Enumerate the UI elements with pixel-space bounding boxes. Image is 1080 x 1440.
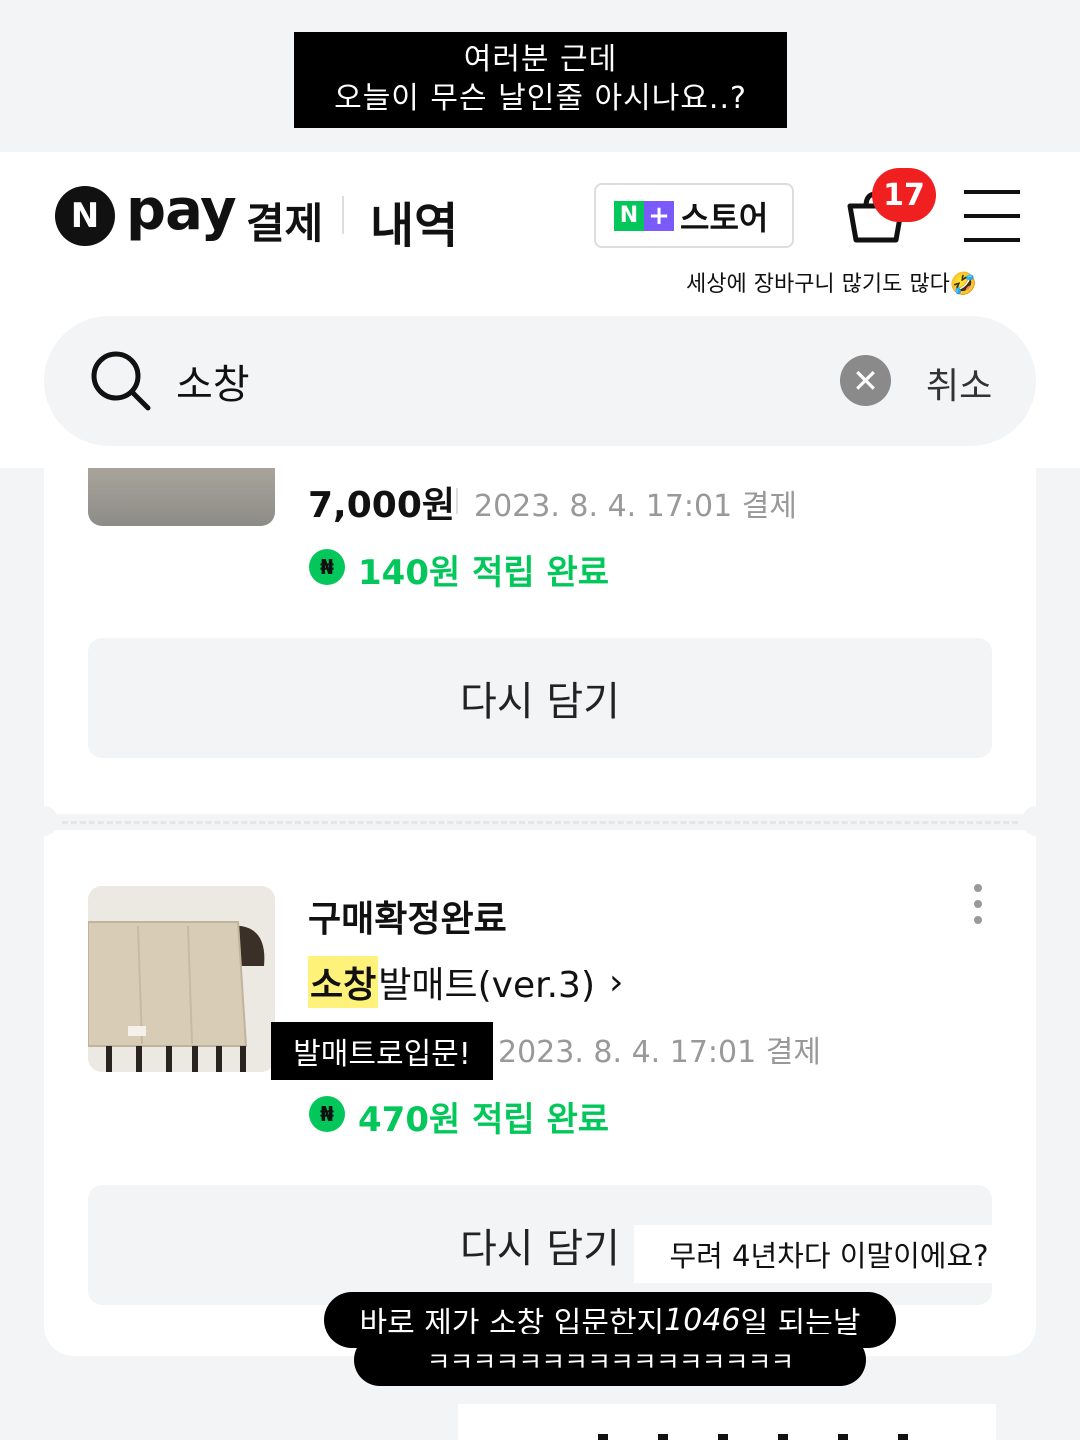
order-status: 구매확정완료 [308,899,507,940]
points-earned: 140원 적립 완료 [358,553,610,593]
points-earned: 470원 적립 완료 [358,1100,610,1140]
chevron-right-icon: › [609,961,624,1003]
order-date: 2023. 8. 4. 17:01 결제 [474,489,797,524]
card-notch-left [30,806,58,836]
story-label-matt: 발매트로입문! [271,1022,493,1080]
card-notch-right [1022,806,1050,836]
price-divider [456,488,458,514]
npay-point-icon: ₦ [309,549,345,585]
story-caption-line1: 여러분 근데 [463,42,618,77]
story-caption-line2: 오늘이 무슨 날인줄 아시나요..? [334,81,747,116]
search-icon [91,351,151,411]
store-label: 스토어 [680,198,769,237]
order-price: 7,000원 [308,485,455,526]
logo-pay-text: pay [126,178,237,243]
cancel-button[interactable]: 취소 [926,357,992,409]
search-input[interactable]: 소창 [176,352,250,410]
store-n-icon: N [614,200,644,231]
partial-card [458,1404,996,1440]
product-thumbnail[interactable] [88,886,275,1072]
product-name: 발매트(ver.3) [378,965,595,1006]
add-again-button[interactable]: 다시 담기 [88,638,992,758]
card-divider [62,821,1018,824]
search-highlight: 소창 [308,956,379,1008]
nplus-store-button[interactable]: N + 스토어 [594,183,794,248]
page-title: 내역 [370,198,459,254]
product-thumbnail[interactable] [88,468,275,526]
npay-logo-icon: N [55,186,115,246]
cart-count-badge: 17 [872,168,936,222]
story-caption-top: 여러분 근데 오늘이 무슨 날인줄 아시나요..? [294,32,787,128]
more-options-icon[interactable] [970,884,986,928]
clear-icon[interactable]: ✕ [840,355,891,406]
logo-payment-text: 결제 [246,199,324,248]
store-plus-icon: + [644,200,674,231]
story-bubble-number: 1046 [664,1302,741,1338]
npay-point-icon: ₦ [309,1096,345,1132]
product-link[interactable]: 소창 발매트(ver.3) › [308,956,623,1008]
logo-divider [342,196,344,234]
story-caption-mid: 무려 4년차다 이말이에요? [634,1225,1024,1283]
order-date: 2023. 8. 4. 17:01 결제 [498,1035,821,1070]
menu-icon[interactable] [964,190,1020,242]
story-cart-caption: 세상에 장바구니 많기도 많다🤣 [686,272,978,297]
story-bubble-laugh: ㅋㅋㅋㅋㅋㅋㅋㅋㅋㅋㅋㅋㅋㅋㅋㅋ [354,1334,866,1386]
